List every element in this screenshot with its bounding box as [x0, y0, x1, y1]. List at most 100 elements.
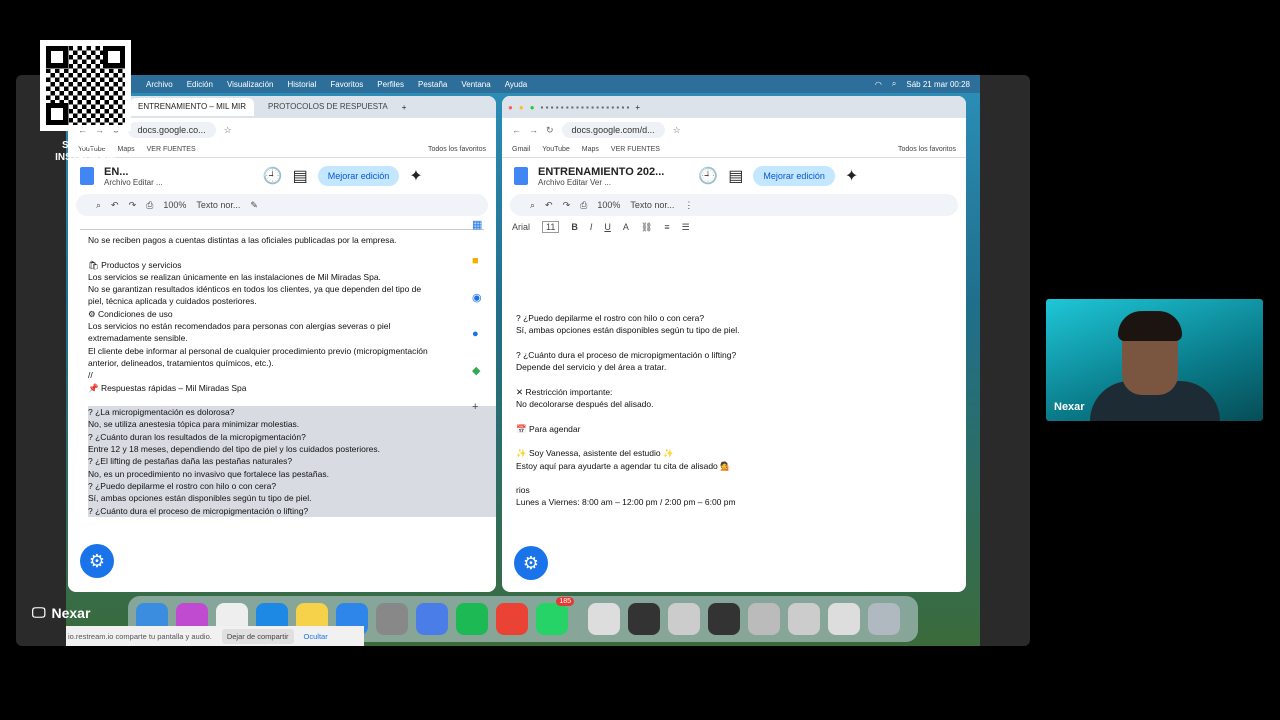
right-doc-menu[interactable]: Archivo Editar Ver ... [538, 178, 664, 187]
recent-window-4[interactable] [748, 603, 780, 635]
clock[interactable]: Sáb 21 mar 00:28 [906, 80, 970, 89]
maps-icon[interactable]: ◆ [472, 364, 488, 377]
menu-edicion[interactable]: Edición [187, 80, 213, 89]
add-addon-icon[interactable]: + [472, 401, 488, 413]
underline-icon[interactable]: U [604, 222, 611, 232]
history-icon[interactable]: 🕘 [698, 166, 718, 186]
right-url-field[interactable]: docs.google.com/d... [561, 122, 665, 138]
undo-icon[interactable]: ↶ [111, 200, 119, 211]
doc-line: ? ¿Puedo depilarme el rostro con hilo o … [516, 313, 705, 323]
chrome-icon[interactable] [496, 603, 528, 635]
menu-favoritos[interactable]: Favoritos [330, 80, 363, 89]
gemini-icon[interactable]: ✦ [845, 166, 858, 186]
tasks-icon[interactable]: ◉ [472, 291, 488, 304]
style-select[interactable]: Texto nor... [630, 200, 674, 210]
zoom-select[interactable]: 100% [597, 200, 620, 210]
doc-line: No, se utiliza anestesia tópica para min… [88, 418, 496, 431]
left-share-button[interactable]: Mejorar edición [317, 166, 400, 186]
doc-line: No decolorarse después del alisado. [516, 399, 654, 410]
new-tab-icon[interactable]: + [635, 103, 640, 112]
minimize-window-icon[interactable]: ● [519, 103, 524, 112]
right-share-button[interactable]: Mejorar edición [753, 166, 835, 186]
right-doc-body[interactable]: ? ¿Puedo depilarme el rostro con hilo o … [502, 312, 966, 509]
print-icon[interactable]: ⎙ [580, 200, 587, 211]
zoom-select[interactable]: 100% [163, 200, 186, 210]
bookmark-ver-fuentes[interactable]: VER FUENTES [611, 146, 660, 153]
style-select[interactable]: Texto nor... [196, 200, 240, 210]
preview-icon[interactable] [416, 603, 448, 635]
italic-icon[interactable]: I [590, 222, 593, 232]
zoom-window-icon[interactable]: ● [530, 103, 535, 112]
font-select[interactable]: Arial [512, 222, 530, 232]
assistant-gear-button[interactable]: ⚙ [80, 544, 114, 578]
docs-logo-icon [514, 167, 528, 185]
recent-window-2[interactable] [668, 603, 700, 635]
recent-window-3[interactable] [708, 603, 740, 635]
align-icon[interactable]: ≡ [664, 222, 669, 232]
follow-line-1: SÍGUEME [61, 140, 109, 151]
history-icon[interactable]: 🕘 [263, 166, 283, 186]
forward-icon[interactable]: → [529, 125, 538, 135]
menu-ventana[interactable]: Ventana [461, 80, 490, 89]
left-doc-body[interactable]: No se reciben pagos a cuentas distintas … [68, 234, 496, 517]
bookmark-maps[interactable]: Maps [582, 146, 599, 153]
redo-icon[interactable]: ↷ [563, 200, 571, 211]
left-doc-title[interactable]: EN... [104, 166, 163, 178]
bold-icon[interactable]: B [571, 222, 578, 232]
keep-icon[interactable]: ■ [472, 255, 488, 267]
bookmark-ver-fuentes[interactable]: VER FUENTES [147, 146, 196, 153]
recent-window-1[interactable] [628, 603, 660, 635]
left-doc-menu[interactable]: Archivo Editar ... [104, 178, 163, 187]
tab-protocolos[interactable]: PROTOCOLOS DE RESPUESTA [260, 98, 396, 116]
wifi-icon[interactable]: ◠ [875, 80, 882, 89]
spotify-icon[interactable] [456, 603, 488, 635]
trash-icon[interactable] [868, 603, 900, 635]
hide-button[interactable]: Ocultar [304, 632, 328, 641]
back-icon[interactable]: ← [512, 125, 521, 135]
stop-sharing-button[interactable]: Dejar de compartir [221, 628, 294, 644]
bookmark-gmail[interactable]: Gmail [512, 146, 530, 153]
redo-icon[interactable]: ↷ [129, 200, 137, 211]
pinned-tabs-icons[interactable]: ▪ ▪ ▪ ▪ ▪ ▪ ▪ ▪ ▪ ▪ ▪ ▪ ▪ ▪ ▪ ▪ ▪ ▪ [541, 103, 630, 112]
document-icon[interactable] [588, 603, 620, 635]
left-url-field[interactable]: docs.google.co... [127, 122, 216, 138]
menu-archivo[interactable]: Archivo [146, 80, 173, 89]
bookmark-all[interactable]: Todos los favoritos [428, 146, 486, 153]
print-icon[interactable]: ⎙ [146, 200, 153, 211]
menu-perfiles[interactable]: Perfiles [377, 80, 404, 89]
assistant-gear-button[interactable]: ⚙ [514, 546, 548, 580]
search-icon[interactable]: ⌕ [530, 200, 535, 211]
menu-ayuda[interactable]: Ayuda [505, 80, 528, 89]
menu-pestana[interactable]: Pestaña [418, 80, 447, 89]
calendar-icon[interactable]: ▦ [472, 218, 488, 231]
bookmark-youtube[interactable]: YouTube [542, 146, 570, 153]
close-window-icon[interactable]: ● [508, 103, 513, 112]
star-icon[interactable]: ☆ [673, 125, 681, 136]
undo-icon[interactable]: ↶ [545, 200, 553, 211]
star-icon[interactable]: ☆ [224, 125, 232, 136]
comment-icon[interactable]: ▤ [293, 166, 308, 186]
link-icon[interactable]: ⛓ [641, 222, 652, 233]
pencil-icon[interactable]: ✎ [250, 200, 258, 211]
search-icon[interactable]: ⌕ [96, 200, 101, 211]
comment-icon[interactable]: ▤ [728, 166, 743, 186]
right-doc-title[interactable]: ENTRENAMIENTO 202... [538, 166, 664, 178]
new-tab-icon[interactable]: + [402, 103, 407, 112]
bookmark-all[interactable]: Todos los favoritos [898, 146, 956, 153]
more-icon[interactable]: ⋮ [684, 200, 693, 211]
list-icon[interactable]: ☰ [682, 222, 690, 233]
settings-icon[interactable] [376, 603, 408, 635]
search-icon[interactable]: ⌕ [892, 79, 896, 89]
recent-window-5[interactable] [788, 603, 820, 635]
menu-historial[interactable]: Historial [287, 80, 316, 89]
reload-icon[interactable]: ↻ [546, 125, 554, 136]
text-color-icon[interactable]: A [623, 222, 629, 232]
whatsapp-icon[interactable]: 185 [536, 597, 574, 635]
menu-visualizacion[interactable]: Visualización [227, 80, 274, 89]
tab-entrenamiento[interactable]: ENTRENAMIENTO – MIL MIR [130, 98, 255, 116]
contacts-icon[interactable]: ● [472, 328, 488, 340]
doc-line: Sí, ambas opciones están disponibles seg… [88, 492, 496, 505]
gemini-icon[interactable]: ✦ [409, 166, 422, 186]
recent-window-6[interactable] [828, 603, 860, 635]
font-size-input[interactable]: 11 [542, 221, 560, 233]
